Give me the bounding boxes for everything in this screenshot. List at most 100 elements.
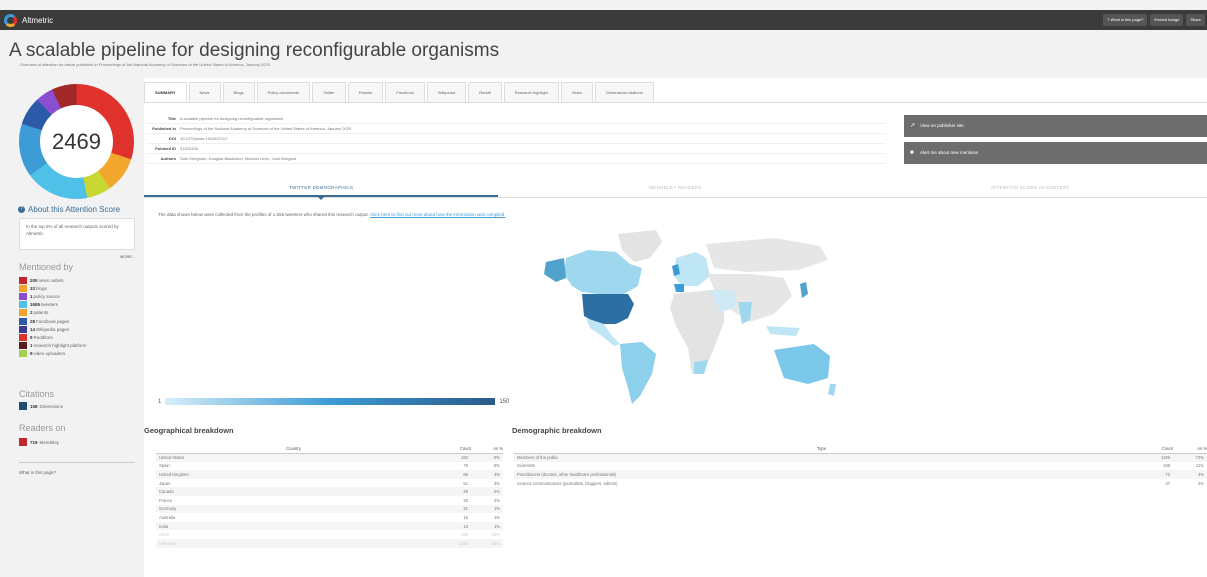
map-region-south-america[interactable] xyxy=(620,342,656,404)
geo-row: Spain 75 5% xyxy=(156,462,503,471)
geo-row: United Kingdom 65 4% xyxy=(156,470,503,479)
geo-row: Australia 16 1% xyxy=(156,513,503,522)
compiled-info-link[interactable]: Click here to find out more about how th… xyxy=(370,212,505,217)
share-button[interactable]: Share xyxy=(1186,14,1205,26)
mention-item[interactable]: 1 policy source xyxy=(19,292,87,300)
intro-sentence: The data shown below were collected from… xyxy=(158,212,369,217)
mention-count: 33 xyxy=(30,285,36,291)
question-icon: ? xyxy=(18,206,25,213)
geo-row: India 13 1% xyxy=(156,521,503,531)
tab-summary[interactable]: SUMMARY xyxy=(144,82,187,102)
mention-item[interactable]: 9 Redditors xyxy=(19,333,87,341)
geo-col-pct: As % xyxy=(471,444,503,454)
readers-count: 719 xyxy=(30,439,38,445)
citations-dimensions[interactable]: 158 Dimensions xyxy=(19,402,63,410)
tab-patents[interactable]: Patents xyxy=(347,82,384,102)
map-region-alaska[interactable] xyxy=(544,258,566,282)
tab-facebook[interactable]: Facebook xyxy=(385,82,425,102)
main-panel: SUMMARY News Blogs Policy documents Twitter P… xyxy=(144,78,1207,577)
world-map[interactable] xyxy=(538,228,838,408)
tab-news[interactable]: News xyxy=(188,82,221,102)
mention-swatch xyxy=(19,350,27,358)
tab-bar: SUMMARY News Blogs Policy documents Twitter P… xyxy=(144,82,656,102)
altmetric-logo[interactable]: Altmetric xyxy=(4,12,53,28)
map-region-spain[interactable] xyxy=(674,284,684,292)
demo-breakdown-table: Type Count As % Members of the public 119… xyxy=(514,444,1207,487)
map-region-russia[interactable] xyxy=(706,238,828,272)
demo-pct: 4% xyxy=(1173,470,1207,479)
detail-row: Pubmed ID 31932426 xyxy=(146,144,886,154)
mention-label: research highlight platform xyxy=(33,343,87,349)
map-region-south-africa[interactable] xyxy=(694,360,708,374)
mention-count: 9 xyxy=(30,351,33,357)
altmetric-donut-icon xyxy=(4,13,17,27)
geo-name: United Kingdom xyxy=(156,470,431,479)
mention-swatch xyxy=(19,309,27,317)
tab-wikipedia[interactable]: Wikipedia xyxy=(426,82,467,102)
map-region-australia[interactable] xyxy=(774,344,830,384)
detail-row: Title A scalable pipeline for designing r… xyxy=(146,114,886,124)
mention-item[interactable]: 28 Facebook pages xyxy=(19,317,87,325)
geo-pct: 10% xyxy=(491,532,500,538)
citations-label: Dimensions xyxy=(39,403,64,409)
more-link[interactable]: MORE... xyxy=(120,254,135,259)
what-is-this-page-button[interactable]: ? What is this page? xyxy=(1103,14,1148,26)
map-region-greenland xyxy=(618,230,662,262)
geo-pct: 9% xyxy=(471,453,503,462)
demo-pct: 11% xyxy=(1195,463,1204,469)
geo-count: 29 xyxy=(431,487,471,496)
geo-row: Germany 21 1% xyxy=(156,504,503,514)
page-subtitle: Overview of attention for article publis… xyxy=(20,62,270,67)
readers-mendeley[interactable]: 719 Mendeley xyxy=(19,438,59,446)
mention-item[interactable]: 9 video uploaders xyxy=(19,350,87,358)
map-region-indonesia[interactable] xyxy=(766,326,800,336)
mention-item[interactable]: 33 blogs xyxy=(19,284,87,292)
map-region-japan[interactable] xyxy=(800,282,808,298)
geo-name: Spain xyxy=(159,463,170,469)
subtab-mendeley-readers[interactable]: MENDELEY READERS xyxy=(498,178,852,197)
subtab-twitter-demographics[interactable]: TWITTER DEMOGRAPHICS xyxy=(144,178,499,200)
page-title: A scalable pipeline for designing reconf… xyxy=(9,40,500,61)
detail-value: Proceedings of the National Academy of S… xyxy=(180,126,352,131)
geo-breakdown-heading: Geographical breakdown xyxy=(144,426,234,435)
geo-row: Unknown 1050 63% xyxy=(156,538,503,548)
mention-item[interactable]: 1 research highlight platform xyxy=(19,342,87,350)
demo-count: 188 xyxy=(1163,463,1170,469)
geo-row: United States 150 9% xyxy=(156,453,503,462)
embed-badge-button[interactable]: Embed badge xyxy=(1150,14,1184,26)
detail-value: Sam Kriegman, Douglas Blackiston, Michae… xyxy=(180,156,297,161)
tab-reddit[interactable]: Reddit xyxy=(468,82,502,102)
tab-twitter[interactable]: Twitter xyxy=(311,82,346,102)
detail-value: 10.1073/pnas.1910837117 xyxy=(180,136,228,141)
tab-blogs[interactable]: Blogs xyxy=(222,82,255,102)
tab-video[interactable]: Video xyxy=(560,82,594,102)
mention-item[interactable]: 200 news outlets xyxy=(19,276,87,284)
map-region-europe[interactable] xyxy=(674,252,710,286)
mention-count: 1 xyxy=(30,343,33,349)
tab-policy-documents[interactable]: Policy documents xyxy=(256,82,310,102)
geo-name: Australia xyxy=(159,514,176,520)
about-score-heading[interactable]: ? About this Attention Score xyxy=(18,205,120,214)
demo-pct: 72% xyxy=(1173,453,1207,462)
geo-count: 1050 xyxy=(431,538,471,548)
tab-dimensions-citations[interactable]: Dimensions citations xyxy=(595,82,654,102)
view-on-publisher-site-button[interactable]: ↗ View on publisher site xyxy=(904,115,1207,137)
mention-item[interactable]: 2 patents xyxy=(19,309,87,317)
geo-row: Japan 51 3% xyxy=(156,479,503,488)
subtab-attention-score-context[interactable]: ATTENTION SCORE IN CONTEXT xyxy=(853,178,1207,197)
citations-heading: Citations xyxy=(19,389,55,399)
about-score-text: In the top 5% of all research outputs sc… xyxy=(19,218,135,250)
what-is-this-page-link[interactable]: What is this page? xyxy=(19,470,56,475)
mention-item[interactable]: 14 Wikipedia pages xyxy=(19,325,87,333)
alert-me-button[interactable]: ■ Alert me about new mentions xyxy=(904,142,1207,164)
divider xyxy=(19,462,135,463)
dimensions-swatch xyxy=(19,402,27,410)
mention-label: news outlets xyxy=(38,277,64,283)
attention-score-donut[interactable]: 2469 xyxy=(19,84,134,199)
mention-item[interactable]: 1655 tweeters xyxy=(19,301,87,309)
map-region-new-zealand[interactable] xyxy=(828,384,836,396)
tab-research-highlight[interactable]: Research highlight xyxy=(503,82,559,102)
mention-swatch xyxy=(19,317,27,325)
geo-pct: 4% xyxy=(471,470,503,479)
mention-label: patents xyxy=(33,310,49,316)
